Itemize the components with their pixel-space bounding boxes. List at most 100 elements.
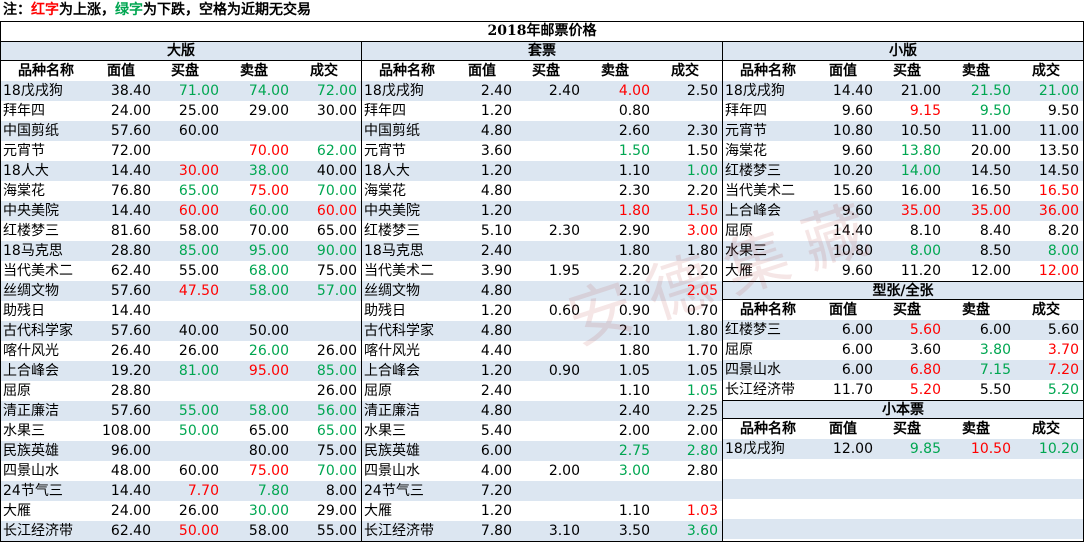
stamp-name: 水果三 (364, 423, 406, 439)
column-header: 成交 (1032, 302, 1060, 318)
table-row: 屈原 6.00 3.60 3.80 3.70 (723, 340, 1083, 360)
table-row: 18马克思 28.80 85.00 95.00 90.00 (1, 241, 361, 261)
column-header-row: 品种名称 面值 买盘 卖盘 成交 (362, 61, 722, 81)
table-row: 大雁 9.60 11.20 12.00 12.00 (723, 261, 1083, 281)
section-daban: 大版 品种名称 面值 买盘 卖盘 成交 18戊戌狗 38.40 71.00 74.00 72.00… (1, 42, 362, 541)
legend-note: 注：红字为上涨，绿字为下跌，空格为近期无交易 (3, 2, 311, 18)
ask-price: 1.10 (618, 503, 650, 519)
stamp-name: 中国剪纸 (3, 123, 59, 139)
bid-price: 7.70 (187, 483, 219, 499)
ask-price: 10.50 (970, 441, 1011, 457)
table-row: 古代科学家 57.60 40.00 50.00 (1, 321, 361, 341)
face-value: 4.80 (480, 323, 512, 339)
deal-price: 30.00 (316, 103, 357, 119)
deal-price (289, 321, 359, 341)
bid-price: 2.00 (548, 463, 580, 479)
deal-price: 75.00 (316, 263, 357, 279)
face-value: 28.80 (110, 383, 151, 399)
ask-price: 29.00 (248, 103, 289, 119)
deal-price: 70.00 (316, 463, 357, 479)
face-value: 3.60 (480, 143, 512, 159)
bid-price (512, 121, 580, 141)
table-row: 民族英雄 6.00 2.75 2.80 (362, 441, 722, 461)
bid-price: 13.80 (900, 143, 941, 159)
face-value: 6.00 (841, 362, 873, 378)
deal-price: 2.05 (686, 283, 718, 299)
face-value: 6.00 (841, 342, 873, 358)
face-value: 57.60 (110, 123, 151, 139)
stamp-name: 18戊戌狗 (3, 83, 63, 99)
ask-price: 1.10 (618, 383, 650, 399)
ask-price (580, 481, 650, 501)
empty-row (723, 479, 1083, 499)
deal-price: 2.50 (686, 83, 718, 99)
stamp-name: 拜年四 (725, 103, 767, 119)
column-header: 卖盘 (962, 302, 990, 318)
ask-price: 2.40 (618, 403, 650, 419)
face-value: 1.20 (480, 363, 512, 379)
stamp-name: 红楼梦三 (3, 223, 59, 239)
deal-price: 57.00 (316, 283, 357, 299)
table-row: 红楼梦三 10.20 14.00 14.50 14.50 (723, 161, 1083, 181)
stamp-name: 古代科学家 (3, 323, 73, 339)
stamp-name: 18人大 (3, 163, 49, 179)
ask-price: 0.90 (618, 303, 650, 319)
bid-price: 71.00 (178, 83, 219, 99)
ask-price: 2.90 (618, 223, 650, 239)
ask-price: 7.15 (979, 362, 1011, 378)
bid-price (512, 341, 580, 361)
column-header-row: 品种名称 面值 买盘 卖盘 成交 (723, 419, 1083, 439)
table-row: 喀什风光 26.40 26.00 26.00 26.00 (1, 341, 361, 361)
ask-price: 2.20 (618, 263, 650, 279)
stamp-name: 拜年四 (364, 103, 406, 119)
bid-price: 9.85 (909, 441, 941, 457)
deal-price: 8.00 (1047, 243, 1079, 259)
table-row: 当代美术二 62.40 55.00 68.00 75.00 (1, 261, 361, 281)
face-value: 14.40 (110, 203, 151, 219)
stamp-name: 中央美院 (364, 203, 420, 219)
deal-price: 56.00 (316, 403, 357, 419)
deal-price: 2.80 (686, 463, 718, 479)
table-row: 清正廉洁 57.60 55.00 58.00 56.00 (1, 401, 361, 421)
stamp-name: 四景山水 (725, 362, 781, 378)
column-header: 买盘 (893, 63, 921, 79)
table-row: 上合峰会 19.20 81.00 95.00 85.00 (1, 361, 361, 381)
ask-price: 26.00 (248, 343, 289, 359)
table-row: 海棠花 9.60 13.80 20.00 13.50 (723, 141, 1083, 161)
face-value: 1.20 (480, 163, 512, 179)
column-header: 成交 (1032, 421, 1060, 437)
section-label: 型张/全张 (723, 281, 1083, 300)
deal-price: 8.20 (1047, 223, 1079, 239)
legend-green: 绿字 (115, 2, 143, 18)
deal-price (289, 301, 359, 321)
table-row: 大雁 1.20 1.10 1.03 (362, 501, 722, 521)
face-value: 14.40 (110, 303, 151, 319)
stamp-name: 元宵节 (725, 123, 767, 139)
table-row: 喀什风光 4.40 1.80 1.70 (362, 341, 722, 361)
deal-price: 1.80 (686, 243, 718, 259)
face-value: 1.20 (480, 303, 512, 319)
deal-price: 2.80 (686, 443, 718, 459)
ask-price: 1.05 (618, 363, 650, 379)
stamp-name: 清正廉洁 (364, 403, 420, 419)
column-header: 面值 (829, 302, 857, 318)
face-value: 4.80 (480, 403, 512, 419)
ask-price: 70.00 (248, 223, 289, 239)
bid-price: 0.60 (548, 303, 580, 319)
bid-price: 30.00 (178, 163, 219, 179)
column-header-row: 品种名称 面值 买盘 卖盘 成交 (723, 300, 1083, 320)
column-header-row: 品种名称 面值 买盘 卖盘 成交 (723, 61, 1083, 81)
ask-price: 3.50 (618, 523, 650, 539)
stamp-name: 18人大 (364, 163, 410, 179)
bid-price (512, 481, 580, 501)
deal-price: 85.00 (316, 363, 357, 379)
section-taopiao: 套票 品种名称 面值 买盘 卖盘 成交 18戊戌狗 2.40 2.40 4.00 2.50 拜年四 1… (362, 42, 723, 541)
bid-price (512, 161, 580, 181)
ask-price: 60.00 (248, 203, 289, 219)
face-value: 4.40 (480, 343, 512, 359)
bid-price (512, 441, 580, 461)
deal-price: 14.50 (1038, 163, 1079, 179)
bid-price (512, 201, 580, 221)
table-row: 18戊戌狗 14.40 21.00 21.50 21.00 (723, 81, 1083, 101)
face-value: 24.00 (110, 103, 151, 119)
